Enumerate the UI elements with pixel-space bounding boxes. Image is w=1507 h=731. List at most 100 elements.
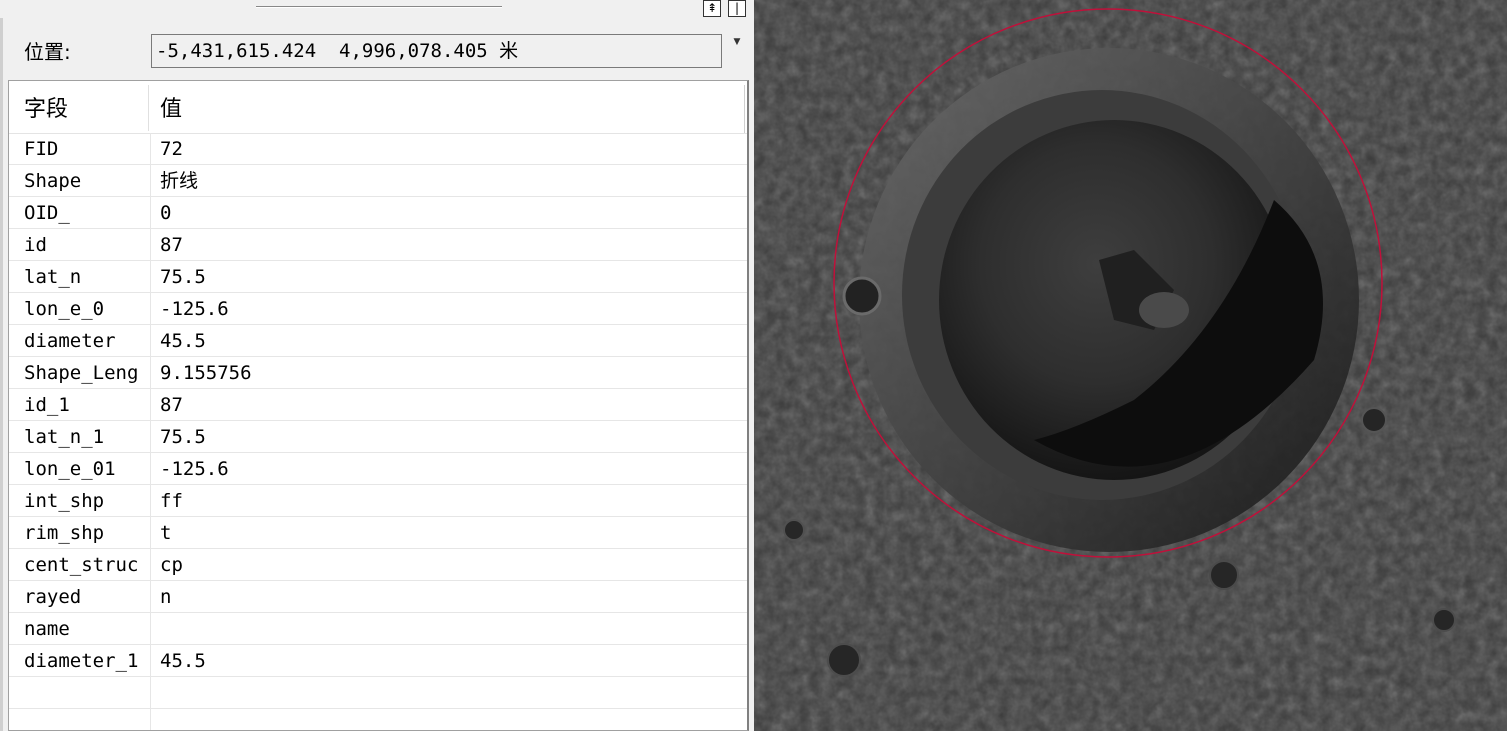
- central-peak-highlight: [1139, 292, 1189, 328]
- field-name-cell: id: [24, 234, 47, 256]
- field-name-cell: diameter_1: [24, 650, 139, 672]
- table-row[interactable]: lat_n 75.5: [9, 261, 747, 293]
- panel-titlebar[interactable]: ⇞ |: [0, 0, 754, 18]
- header-divider[interactable]: [148, 85, 149, 131]
- field-name-cell: lon_e_0: [24, 298, 105, 320]
- map-view[interactable]: [754, 0, 1507, 731]
- field-name-cell: FID: [24, 138, 59, 160]
- field-name-cell: Shape: [24, 170, 82, 192]
- table-row[interactable]: id_1 87: [9, 389, 747, 421]
- field-name-cell: id_1: [24, 394, 70, 416]
- column-divider: [150, 677, 151, 709]
- table-row[interactable]: [9, 709, 747, 730]
- table-row[interactable]: id 87: [9, 229, 747, 261]
- table-row[interactable]: Shape_Leng 9.155756: [9, 357, 747, 389]
- field-value-cell: -125.6: [160, 298, 229, 320]
- column-divider: [150, 613, 151, 645]
- field-value-cell: 45.5: [160, 650, 206, 672]
- small-crater: [1361, 407, 1387, 433]
- small-crater: [1432, 608, 1456, 632]
- column-divider: [150, 709, 151, 730]
- field-value-cell: n: [160, 586, 172, 608]
- table-row[interactable]: rayed n: [9, 581, 747, 613]
- column-divider: [150, 229, 151, 261]
- field-value-cell: 87: [160, 234, 183, 256]
- header-value[interactable]: 值: [160, 81, 182, 133]
- field-name-cell: [24, 709, 149, 730]
- table-body: FID 72 Shape 折线 OID_ 0 id 87 lat_n 75.5 lon_e_0 -12…: [9, 133, 747, 730]
- column-divider: [150, 421, 151, 453]
- column-divider: [150, 645, 151, 677]
- field-value-cell: 75.5: [160, 426, 206, 448]
- table-row[interactable]: name: [9, 613, 747, 645]
- field-name-cell: rim_shp: [24, 522, 105, 544]
- column-divider: [150, 549, 151, 581]
- identify-panel: ⇞ | 位置: -5,431,615.424 4,996,078.405 米 ▼…: [0, 0, 754, 731]
- location-label: 位置:: [24, 40, 71, 64]
- field-value-cell: [160, 677, 745, 708]
- field-name-cell: lat_n_1: [24, 426, 105, 448]
- table-row[interactable]: cent_struc cp: [9, 549, 747, 581]
- column-divider: [150, 133, 151, 165]
- field-value-cell: 87: [160, 394, 183, 416]
- field-value-cell: 72: [160, 138, 183, 160]
- panel-left-edge: [0, 18, 3, 731]
- field-value-cell: 0: [160, 202, 172, 224]
- small-crater: [842, 276, 882, 316]
- close-icon[interactable]: |: [728, 0, 746, 17]
- field-value-cell: 75.5: [160, 266, 206, 288]
- column-divider: [150, 325, 151, 357]
- field-name-cell: OID_: [24, 202, 70, 224]
- field-name-cell: name: [24, 618, 70, 640]
- small-crater: [1209, 560, 1239, 590]
- location-field[interactable]: -5,431,615.424 4,996,078.405 米: [151, 34, 722, 68]
- table-header: 字段 值: [9, 81, 747, 134]
- table-row[interactable]: int_shp ff: [9, 485, 747, 517]
- column-divider: [150, 261, 151, 293]
- table-row[interactable]: lon_e_0 -125.6: [9, 293, 747, 325]
- field-name-cell: [24, 677, 149, 708]
- field-name-cell: diameter: [24, 330, 116, 352]
- column-divider: [150, 197, 151, 229]
- column-divider: [150, 357, 151, 389]
- pin-icon[interactable]: ⇞: [703, 0, 721, 17]
- table-row[interactable]: FID 72: [9, 133, 747, 165]
- field-value-cell: -125.6: [160, 458, 229, 480]
- table-row[interactable]: lon_e_01 -125.6: [9, 453, 747, 485]
- column-divider: [150, 293, 151, 325]
- column-divider: [150, 517, 151, 549]
- field-value-cell: [160, 613, 745, 644]
- field-value-cell: 45.5: [160, 330, 206, 352]
- table-row[interactable]: rim_shp t: [9, 517, 747, 549]
- drag-grip[interactable]: [256, 6, 502, 8]
- dropdown-arrow-icon[interactable]: ▼: [729, 34, 745, 50]
- field-name-cell: Shape_Leng: [24, 362, 139, 384]
- table-row[interactable]: [9, 677, 747, 709]
- column-divider: [150, 389, 151, 421]
- column-divider: [150, 453, 151, 485]
- column-divider: [150, 581, 151, 613]
- header-right-divider: [744, 85, 745, 133]
- table-row[interactable]: lat_n_1 75.5: [9, 421, 747, 453]
- header-field[interactable]: 字段: [24, 81, 68, 133]
- field-name-cell: rayed: [24, 586, 82, 608]
- field-value-cell: ff: [160, 490, 183, 512]
- field-name-cell: cent_struc: [24, 554, 139, 576]
- field-name-cell: int_shp: [24, 490, 105, 512]
- field-value-cell: 9.155756: [160, 362, 252, 384]
- field-value-cell: 折线: [160, 170, 199, 192]
- table-row[interactable]: OID_ 0: [9, 197, 747, 229]
- column-divider: [150, 165, 151, 197]
- column-divider: [150, 485, 151, 517]
- field-name-cell: lon_e_01: [24, 458, 116, 480]
- field-value-cell: [160, 709, 745, 730]
- table-row[interactable]: diameter 45.5: [9, 325, 747, 357]
- table-row[interactable]: Shape 折线: [9, 165, 747, 197]
- small-crater: [783, 519, 805, 541]
- attribute-table: 字段 值 FID 72 Shape 折线 OID_ 0 id 87 lat_n 75.5 lon_e…: [8, 80, 749, 731]
- field-value-cell: t: [160, 522, 172, 544]
- small-crater: [827, 643, 861, 677]
- table-row[interactable]: diameter_1 45.5: [9, 645, 747, 677]
- field-name-cell: lat_n: [24, 266, 82, 288]
- field-value-cell: cp: [160, 554, 183, 576]
